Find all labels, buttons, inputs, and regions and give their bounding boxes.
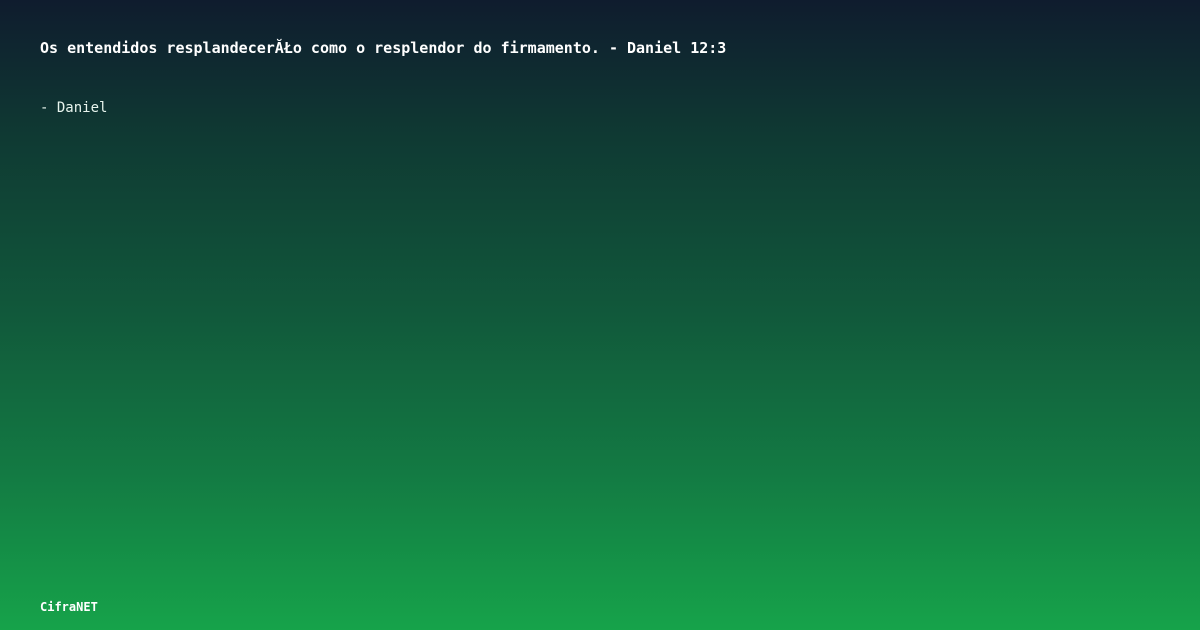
quote-text: Os entendidos resplandecerĂŁo como o res… [40, 39, 727, 57]
quote-author: - Daniel [40, 100, 108, 116]
brand-logo-text: CifraNET [40, 600, 98, 614]
